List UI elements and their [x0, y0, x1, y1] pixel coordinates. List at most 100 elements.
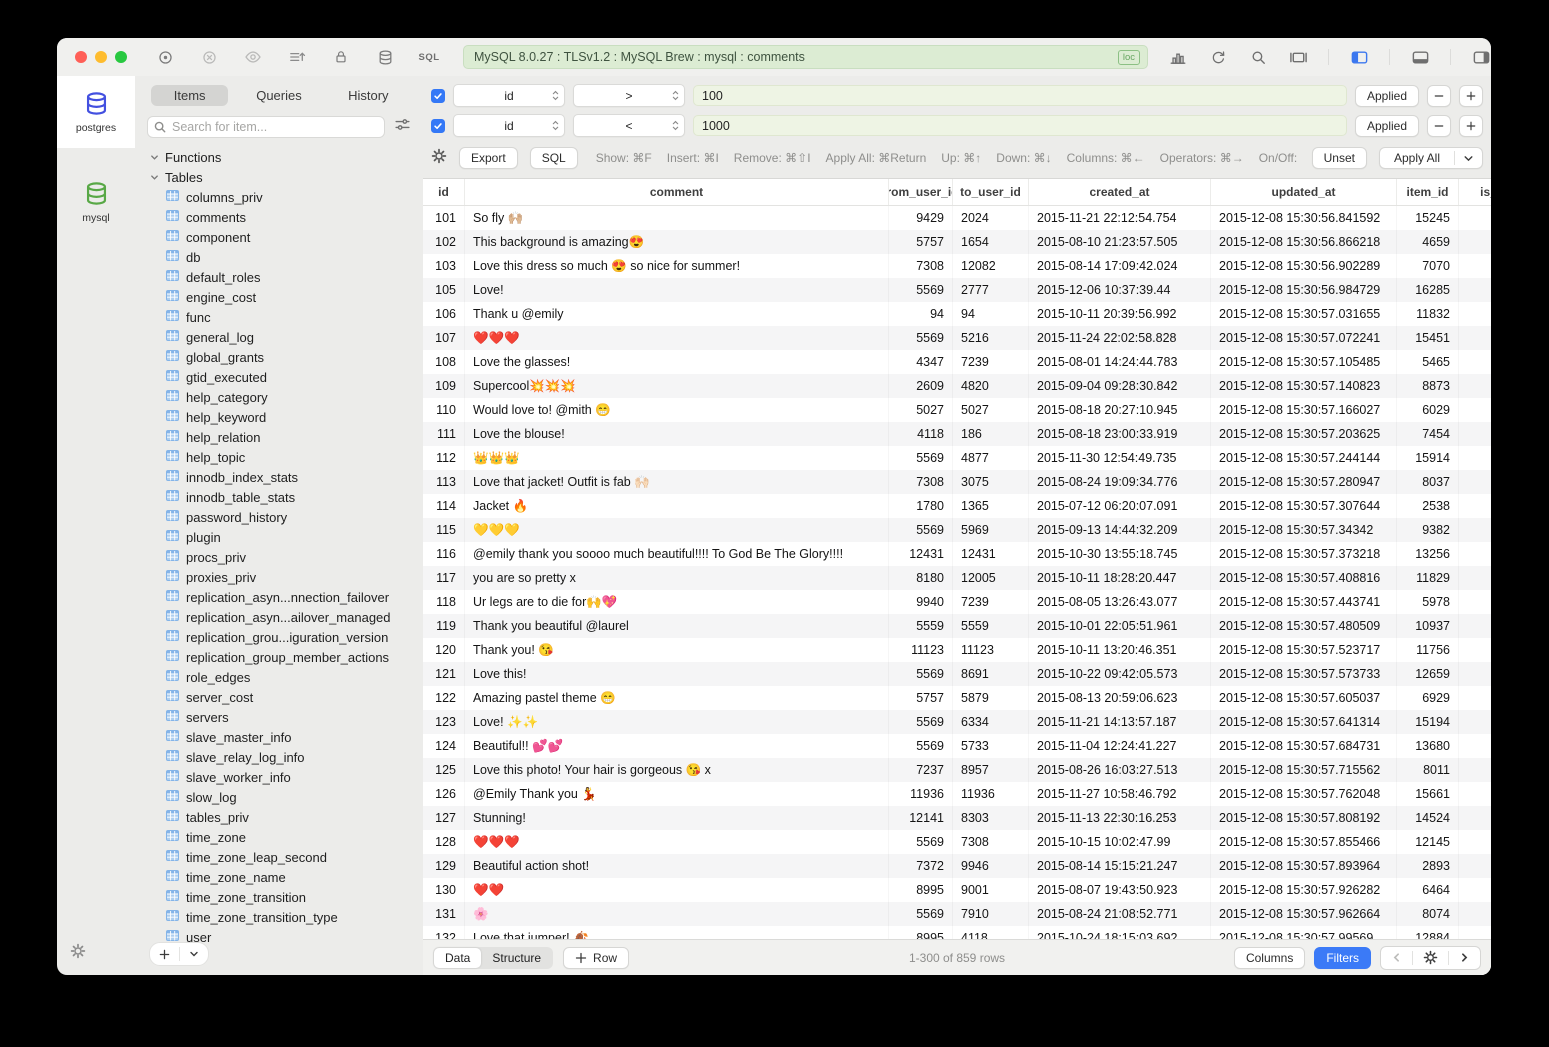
table-row[interactable]: 116 @emily thank you soooo much beautifu…: [423, 542, 1491, 566]
table-list-item[interactable]: slave_relay_log_info: [135, 747, 423, 767]
close-window-button[interactable]: [75, 51, 87, 63]
tree-section-functions[interactable]: Functions: [135, 147, 423, 167]
filter-settings-icon[interactable]: [394, 116, 411, 138]
settings-gear-icon[interactable]: [70, 943, 86, 964]
page-settings-gear-icon[interactable]: [1413, 947, 1448, 969]
table-list-item[interactable]: role_edges: [135, 667, 423, 687]
connection-mysql[interactable]: mysql: [57, 166, 135, 238]
filter-enabled-checkbox[interactable]: [431, 119, 445, 133]
table-list-item[interactable]: slave_worker_info: [135, 767, 423, 787]
add-filter-button[interactable]: [1459, 115, 1483, 137]
column-header[interactable]: is_: [1459, 179, 1491, 205]
sidebar-tab[interactable]: History: [330, 85, 407, 106]
table-list-item[interactable]: slow_log: [135, 787, 423, 807]
tree-section-tables[interactable]: Tables: [135, 167, 423, 187]
column-header[interactable]: item_id: [1397, 179, 1459, 205]
table-row[interactable]: 128 ❤️❤️❤️ 5569 7308 2015-10-15 10:02:47…: [423, 830, 1491, 854]
table-list-item[interactable]: help_keyword: [135, 407, 423, 427]
structure-tab[interactable]: Structure: [481, 948, 552, 968]
lock-icon[interactable]: [331, 47, 351, 67]
table-row[interactable]: 113 Love that jacket! Outfit is fab 🙌🏻 7…: [423, 470, 1491, 494]
table-row[interactable]: 109 Supercool💥💥💥 2609 4820 2015-09-04 09…: [423, 374, 1491, 398]
table-row[interactable]: 107 ❤️❤️❤️ 5569 5216 2015-11-24 22:02:58…: [423, 326, 1491, 350]
table-row[interactable]: 125 Love this photo! Your hair is gorgeo…: [423, 758, 1491, 782]
table-row[interactable]: 123 Love! ✨✨ 5569 6334 2015-11-21 14:13:…: [423, 710, 1491, 734]
connection-icon[interactable]: [155, 47, 175, 67]
table-list-item[interactable]: component: [135, 227, 423, 247]
previous-page-button[interactable]: [1381, 947, 1412, 969]
sql-button[interactable]: SQL: [530, 147, 578, 169]
table-list-item[interactable]: comments: [135, 207, 423, 227]
item-search-input[interactable]: [147, 116, 385, 138]
table-list-item[interactable]: default_roles: [135, 267, 423, 287]
table-row[interactable]: 120 Thank you! 😘 11123 11123 2015-10-11 …: [423, 638, 1491, 662]
table-list-item[interactable]: password_history: [135, 507, 423, 527]
table-list-item[interactable]: time_zone_leap_second: [135, 847, 423, 867]
disconnect-icon[interactable]: [199, 47, 219, 67]
column-header[interactable]: id: [423, 179, 465, 205]
table-row[interactable]: 124 Beautiful!! 💕💕 5569 5733 2015-11-04 …: [423, 734, 1491, 758]
add-item-button[interactable]: [150, 943, 179, 965]
table-list-item[interactable]: global_grants: [135, 347, 423, 367]
filter-operator-select[interactable]: >: [573, 84, 685, 107]
table-list-item[interactable]: replication_asyn...nnection_failover: [135, 587, 423, 607]
search-icon[interactable]: [1248, 47, 1268, 67]
table-list-item[interactable]: replication_grou...iguration_version: [135, 627, 423, 647]
refresh-icon[interactable]: [1208, 47, 1228, 67]
column-header[interactable]: to_user_id: [953, 179, 1029, 205]
export-button[interactable]: Export: [459, 147, 518, 169]
remove-filter-button[interactable]: [1427, 85, 1451, 107]
table-list-item[interactable]: plugin: [135, 527, 423, 547]
table-row[interactable]: 114 Jacket 🔥 1780 1365 2015-07-12 06:20:…: [423, 494, 1491, 518]
toggle-bottom-panel-icon[interactable]: [1410, 47, 1430, 67]
table-list-item[interactable]: innodb_table_stats: [135, 487, 423, 507]
preview-eye-icon[interactable]: [243, 47, 263, 67]
table-row[interactable]: 127 Stunning! 12141 8303 2015-11-13 22:3…: [423, 806, 1491, 830]
table-row[interactable]: 102 This background is amazing😍 5757 165…: [423, 230, 1491, 254]
sidebar-tab[interactable]: Queries: [240, 85, 317, 106]
filter-gear-icon[interactable]: [431, 148, 447, 169]
table-row[interactable]: 103 Love this dress so much 😍 so nice fo…: [423, 254, 1491, 278]
table-row[interactable]: 117 you are so pretty x 8180 12005 2015-…: [423, 566, 1491, 590]
chart-icon[interactable]: [1168, 47, 1188, 67]
table-row[interactable]: 119 Thank you beautiful @laurel 5559 555…: [423, 614, 1491, 638]
add-row-button[interactable]: Row: [563, 947, 629, 969]
filter-operator-select[interactable]: <: [573, 114, 685, 137]
table-list-item[interactable]: servers: [135, 707, 423, 727]
data-tab[interactable]: Data: [434, 948, 481, 968]
table-list-item[interactable]: replication_asyn...ailover_managed: [135, 607, 423, 627]
table-list-item[interactable]: gtid_executed: [135, 367, 423, 387]
column-header[interactable]: from_user_id: [889, 179, 953, 205]
table-row[interactable]: 110 Would love to! @mith 😁 5027 5027 201…: [423, 398, 1491, 422]
table-list-item[interactable]: func: [135, 307, 423, 327]
unset-button[interactable]: Unset: [1312, 147, 1367, 169]
table-list-item[interactable]: time_zone_name: [135, 867, 423, 887]
database-icon[interactable]: [375, 47, 395, 67]
column-header[interactable]: created_at: [1029, 179, 1211, 205]
sidebar-tab[interactable]: Items: [151, 85, 228, 106]
table-list-item[interactable]: proxies_priv: [135, 567, 423, 587]
table-list-item[interactable]: general_log: [135, 327, 423, 347]
table-row[interactable]: 111 Love the blouse! 4118 186 2015-08-18…: [423, 422, 1491, 446]
toggle-left-panel-icon[interactable]: [1349, 47, 1369, 67]
table-frame-icon[interactable]: [1288, 47, 1308, 67]
column-header[interactable]: comment: [465, 179, 889, 205]
table-list-item[interactable]: tables_priv: [135, 807, 423, 827]
table-list-item[interactable]: replication_group_member_actions: [135, 647, 423, 667]
table-row[interactable]: 131 🌸 5569 7910 2015-08-24 21:08:52.771 …: [423, 902, 1491, 926]
table-row[interactable]: 122 Amazing pastel theme 😁 5757 5879 201…: [423, 686, 1491, 710]
structure-list-icon[interactable]: [287, 47, 307, 67]
table-list-item[interactable]: help_topic: [135, 447, 423, 467]
table-list-item[interactable]: db: [135, 247, 423, 267]
table-list-item[interactable]: server_cost: [135, 687, 423, 707]
table-list-item[interactable]: help_relation: [135, 427, 423, 447]
add-filter-button[interactable]: [1459, 85, 1483, 107]
table-list-item[interactable]: slave_master_info: [135, 727, 423, 747]
toggle-right-panel-icon[interactable]: [1471, 47, 1491, 67]
remove-filter-button[interactable]: [1427, 115, 1451, 137]
table-list-item[interactable]: time_zone: [135, 827, 423, 847]
filter-enabled-checkbox[interactable]: [431, 89, 445, 103]
table-list-item[interactable]: innodb_index_stats: [135, 467, 423, 487]
sql-editor-icon[interactable]: SQL: [419, 47, 439, 67]
filters-button[interactable]: Filters: [1314, 947, 1371, 969]
